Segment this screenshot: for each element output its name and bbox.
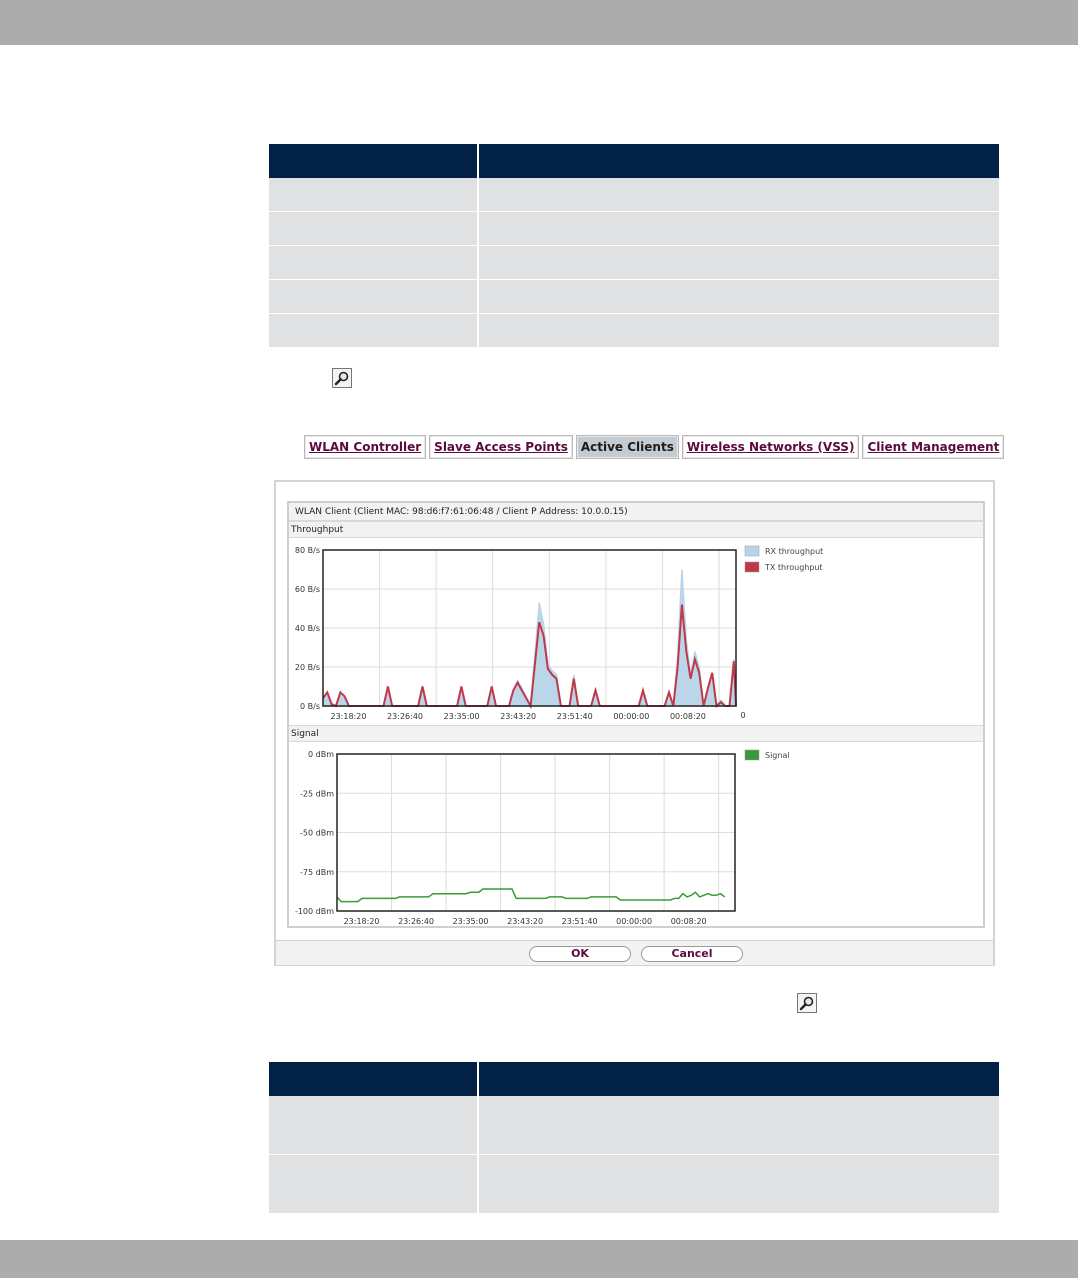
y-tick-label: -25 dBm bbox=[300, 789, 334, 798]
x-tick-label: 23:51:40 bbox=[562, 917, 598, 926]
x-tick-label: 00:08:20 bbox=[671, 917, 707, 926]
tab-wireless-networks[interactable]: Wireless Networks (VSS) bbox=[681, 435, 860, 459]
parameter-table-1 bbox=[269, 144, 999, 348]
x-tick-label: 23:26:40 bbox=[398, 917, 434, 926]
signal-series bbox=[336, 888, 726, 903]
y-tick-label: 40 B/s bbox=[295, 624, 320, 633]
cancel-button[interactable]: Cancel bbox=[641, 946, 743, 962]
tab-active-clients[interactable]: Active Clients bbox=[575, 435, 679, 459]
table-row bbox=[269, 279, 999, 314]
signal-section-header: Signal bbox=[289, 725, 983, 742]
table-row bbox=[269, 245, 999, 280]
x-tick-label: 23:26:40 bbox=[387, 712, 423, 721]
client-details-box: WLAN Client (Client MAC: 98:d6:f7:61:06:… bbox=[287, 501, 985, 928]
x-tick-label: 00:08:20 bbox=[670, 712, 706, 721]
wlan-client-dialog: WLAN Client (Client MAC: 98:d6:f7:61:06:… bbox=[274, 480, 995, 966]
signal-chart: 0 dBm -25 dBm -50 dBm -75 dBm -100 dBm 23:18:… bbox=[295, 749, 790, 926]
x-tick-label: 23:18:20 bbox=[330, 712, 366, 721]
table-row bbox=[269, 313, 999, 348]
throughput-chart: 80 B/s 60 B/s 40 B/s 20 B/s 0 B/s 23:18:20 23:… bbox=[295, 545, 823, 721]
y-tick-label: -75 dBm bbox=[300, 868, 334, 877]
table-header-cell bbox=[478, 144, 999, 178]
page-header-bar bbox=[0, 0, 1078, 45]
rx-throughput-series bbox=[322, 569, 737, 709]
table-row bbox=[269, 1154, 999, 1214]
legend-swatch bbox=[744, 561, 760, 573]
magnifier-icon[interactable] bbox=[797, 993, 817, 1013]
throughput-section-header: Throughput bbox=[289, 521, 983, 538]
x-tick-label: 23:35:00 bbox=[444, 712, 480, 721]
x-tick-label: 0 bbox=[740, 711, 745, 720]
legend-swatch bbox=[744, 749, 760, 761]
x-tick-label: 23:18:20 bbox=[344, 917, 380, 926]
parameter-table-2 bbox=[269, 1062, 999, 1214]
table-row bbox=[269, 211, 999, 246]
table-row bbox=[269, 1096, 999, 1155]
y-tick-label: 20 B/s bbox=[295, 663, 320, 672]
tab-bar: WLAN Controller Slave Access Points Acti… bbox=[304, 435, 1005, 461]
table-header-row bbox=[269, 1062, 999, 1096]
x-tick-label: 00:00:00 bbox=[616, 917, 652, 926]
y-tick-label: -100 dBm bbox=[295, 907, 334, 916]
y-tick-label: -50 dBm bbox=[300, 829, 334, 838]
tx-throughput-series bbox=[322, 604, 737, 710]
ok-button[interactable]: OK bbox=[529, 946, 631, 962]
x-tick-label: 00:00:00 bbox=[613, 712, 649, 721]
dialog-title: WLAN Client (Client MAC: 98:d6:f7:61:06:… bbox=[289, 503, 983, 521]
page-footer-bar bbox=[0, 1240, 1078, 1278]
y-tick-label: 0 dBm bbox=[308, 750, 334, 759]
x-tick-label: 23:43:20 bbox=[507, 917, 543, 926]
legend-label: Signal bbox=[765, 751, 790, 760]
tab-client-management[interactable]: Client Management bbox=[862, 435, 1005, 459]
table-header-row bbox=[269, 144, 999, 178]
legend-label: TX throughput bbox=[764, 563, 823, 572]
magnifier-icon[interactable] bbox=[332, 368, 352, 388]
table-header-cell bbox=[478, 1062, 999, 1096]
table-header-cell bbox=[269, 144, 479, 178]
x-tick-label: 23:35:00 bbox=[453, 917, 489, 926]
y-tick-label: 80 B/s bbox=[295, 546, 320, 555]
table-row bbox=[269, 178, 999, 212]
x-tick-label: 23:51:40 bbox=[557, 712, 593, 721]
dialog-footer: OK Cancel bbox=[276, 940, 993, 965]
tab-slave-access-points[interactable]: Slave Access Points bbox=[429, 435, 573, 459]
legend-swatch bbox=[744, 545, 760, 557]
table-header-cell bbox=[269, 1062, 479, 1096]
tab-wlan-controller[interactable]: WLAN Controller bbox=[304, 435, 427, 459]
legend-label: RX throughput bbox=[765, 547, 823, 556]
x-tick-label: 23:43:20 bbox=[500, 712, 536, 721]
y-tick-label: 60 B/s bbox=[295, 585, 320, 594]
y-tick-label: 0 B/s bbox=[300, 702, 320, 711]
